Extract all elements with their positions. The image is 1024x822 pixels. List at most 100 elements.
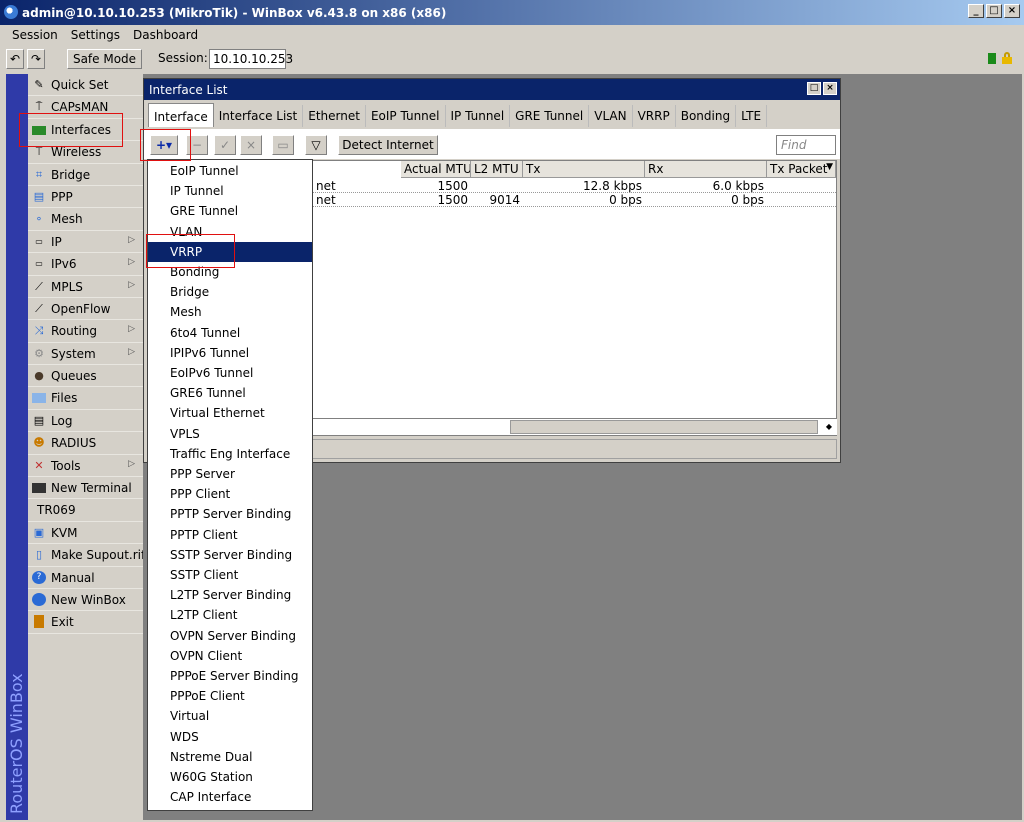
sidebar-item-ip[interactable]: ▭ IP ▷ bbox=[28, 231, 143, 254]
menu-item-ip-tunnel[interactable]: IP Tunnel bbox=[148, 181, 312, 201]
sidebar-item-tr069[interactable]: TR069 bbox=[28, 499, 143, 522]
safe-mode-button[interactable]: Safe Mode bbox=[67, 49, 142, 69]
tab-vlan[interactable]: VLAN bbox=[589, 105, 633, 127]
menu-item-gre-tunnel[interactable]: GRE Tunnel bbox=[148, 201, 312, 221]
tab-gre-tunnel[interactable]: GRE Tunnel bbox=[510, 105, 590, 127]
remove-icon[interactable]: − bbox=[186, 135, 208, 155]
col-actual-mtu[interactable]: Actual MTU bbox=[401, 161, 471, 178]
col-rx[interactable]: Rx bbox=[645, 161, 767, 178]
sidebar-item-make-supout[interactable]: ▯ Make Supout.rif bbox=[28, 544, 145, 567]
menu-item-ppp-server[interactable]: PPP Server bbox=[148, 464, 312, 484]
tab-interface-list[interactable]: Interface List bbox=[214, 105, 304, 127]
session-field[interactable]: 10.10.10.253 bbox=[209, 49, 293, 69]
scrollbar-thumb[interactable] bbox=[510, 420, 818, 434]
disable-icon[interactable]: × bbox=[240, 135, 262, 155]
window-close-icon[interactable]: × bbox=[823, 82, 837, 95]
window-maximize-icon[interactable]: □ bbox=[807, 82, 821, 95]
menu-item-vpls[interactable]: VPLS bbox=[148, 424, 312, 444]
menu-settings[interactable]: Settings bbox=[65, 26, 127, 44]
maximize-button[interactable]: □ bbox=[986, 4, 1002, 18]
menu-item-eoipv6-tunnel[interactable]: EoIPv6 Tunnel bbox=[148, 363, 312, 383]
menu-item-w60g-station[interactable]: W60G Station bbox=[148, 767, 312, 787]
sidebar-item-new-winbox[interactable]: New WinBox bbox=[28, 589, 143, 612]
sidebar-item-routing[interactable]: ⤨ Routing ▷ bbox=[28, 320, 143, 343]
sidebar-item-bridge[interactable]: ⌗ Bridge bbox=[28, 164, 143, 186]
sidebar-item-mesh[interactable]: ∘ Mesh bbox=[28, 208, 143, 231]
menu-item-ppp-client[interactable]: PPP Client bbox=[148, 484, 312, 504]
menu-item-cap-interface[interactable]: CAP Interface bbox=[148, 787, 312, 807]
menu-item-pppoe-client[interactable]: PPPoE Client bbox=[148, 686, 312, 706]
menu-item-virtual[interactable]: Virtual bbox=[148, 706, 312, 726]
menu-item-ipipv6-tunnel[interactable]: IPIPv6 Tunnel bbox=[148, 343, 312, 363]
redo-icon[interactable]: ↷ bbox=[27, 49, 45, 69]
sidebar-item-log[interactable]: ▤ Log bbox=[28, 410, 143, 433]
menu-item-sstp-server-binding[interactable]: SSTP Server Binding bbox=[148, 545, 312, 565]
menu-item-traffic-eng-interface[interactable]: Traffic Eng Interface bbox=[148, 444, 312, 464]
menu-item-nstreme-dual[interactable]: Nstreme Dual bbox=[148, 747, 312, 767]
interface-window-title-bar[interactable]: Interface List □ × bbox=[144, 79, 840, 100]
col-l2-mtu[interactable]: L2 MTU bbox=[471, 161, 523, 178]
sidebar-item-wireless[interactable]: ⍑ Wireless bbox=[28, 141, 143, 164]
tab-interface[interactable]: Interface bbox=[148, 103, 214, 127]
tab-ethernet[interactable]: Ethernet bbox=[303, 105, 366, 127]
add-button[interactable]: +▾ bbox=[150, 135, 178, 155]
tab-bonding[interactable]: Bonding bbox=[676, 105, 737, 127]
sidebar-item-tools[interactable]: ✕ Tools ▷ bbox=[28, 455, 143, 478]
scroll-right-icon[interactable]: ◆ bbox=[823, 421, 835, 433]
menu-item-pptp-client[interactable]: PPTP Client bbox=[148, 525, 312, 545]
tab-eoip-tunnel[interactable]: EoIP Tunnel bbox=[366, 105, 446, 127]
menu-item-sstp-client[interactable]: SSTP Client bbox=[148, 565, 312, 585]
menu-item-wds[interactable]: WDS bbox=[148, 727, 312, 747]
menu-dashboard[interactable]: Dashboard bbox=[127, 26, 205, 44]
menu-item-virtual-ethernet[interactable]: Virtual Ethernet bbox=[148, 403, 312, 423]
ip-icon: ▭ bbox=[35, 236, 43, 246]
submenu-arrow-icon: ▷ bbox=[128, 346, 135, 357]
menu-item-vrrp[interactable]: VRRP bbox=[148, 241, 312, 262]
menu-item-l2tp-server-binding[interactable]: L2TP Server Binding bbox=[148, 585, 312, 605]
filter-icon[interactable]: ▽ bbox=[305, 135, 327, 155]
menu-item-pptp-server-binding[interactable]: PPTP Server Binding bbox=[148, 504, 312, 524]
menu-item-eoip-tunnel[interactable]: EoIP Tunnel bbox=[148, 161, 312, 181]
sidebar-item-manual[interactable]: ? Manual bbox=[28, 567, 143, 589]
menu-item-ovpn-server-binding[interactable]: OVPN Server Binding bbox=[148, 626, 312, 646]
sidebar-item-interfaces[interactable]: Interfaces bbox=[28, 119, 143, 142]
sidebar-item-ppp[interactable]: ▤ PPP bbox=[28, 186, 143, 209]
sidebar-item-radius[interactable]: ☻ RADIUS bbox=[28, 432, 143, 455]
menu-item-l2tp-client[interactable]: L2TP Client bbox=[148, 605, 312, 625]
sidebar-item-ipv6[interactable]: ▭ IPv6 ▷ bbox=[28, 253, 143, 276]
enable-icon[interactable]: ✓ bbox=[214, 135, 236, 155]
menu-item-bonding[interactable]: Bonding bbox=[148, 262, 312, 282]
tab-lte[interactable]: LTE bbox=[736, 105, 768, 127]
sidebar-item-exit[interactable]: Exit bbox=[28, 611, 143, 634]
sidebar-item-kvm[interactable]: ▣ KVM bbox=[28, 522, 143, 545]
close-button[interactable]: × bbox=[1004, 4, 1020, 18]
col-tx[interactable]: Tx bbox=[523, 161, 645, 178]
sidebar-item-mpls[interactable]: ⟋ MPLS ▷ bbox=[28, 276, 143, 298]
menu-item-mesh[interactable]: Mesh bbox=[148, 302, 312, 322]
menu-item-6to4-tunnel[interactable]: 6to4 Tunnel bbox=[148, 323, 312, 343]
col-tx-packet[interactable]: Tx Packet ▼ bbox=[767, 161, 836, 178]
tab-ip-tunnel[interactable]: IP Tunnel bbox=[446, 105, 511, 127]
interface-tabs: Interface Interface List Ethernet EoIP T… bbox=[148, 103, 768, 127]
sidebar-item-queues[interactable]: ● Queues bbox=[28, 365, 143, 388]
menu-item-pppoe-server-binding[interactable]: PPPoE Server Binding bbox=[148, 666, 312, 686]
detect-internet-button[interactable]: Detect Internet bbox=[338, 135, 438, 155]
menu-item-bridge[interactable]: Bridge bbox=[148, 282, 312, 302]
menu-item-vlan[interactable]: VLAN bbox=[148, 222, 312, 242]
sidebar-item-openflow[interactable]: ⟋ OpenFlow bbox=[28, 298, 143, 321]
find-input[interactable]: Find bbox=[776, 135, 836, 155]
sidebar-item-new-terminal[interactable]: New Terminal bbox=[28, 477, 143, 500]
menu-item-ovpn-client[interactable]: OVPN Client bbox=[148, 646, 312, 666]
tab-vrrp[interactable]: VRRP bbox=[633, 105, 676, 127]
minimize-button[interactable]: _ bbox=[968, 4, 984, 18]
column-menu-icon[interactable]: ▼ bbox=[826, 162, 833, 172]
comment-icon[interactable]: ▭ bbox=[272, 135, 294, 155]
window-title-bar[interactable]: admin@10.10.10.253 (MikroTik) - WinBox v… bbox=[0, 0, 1024, 25]
undo-icon[interactable]: ↶ bbox=[6, 49, 24, 69]
sidebar-item-capsman[interactable]: ⍑ CAPsMAN bbox=[28, 96, 143, 119]
menu-session[interactable]: Session bbox=[6, 26, 65, 44]
menu-item-gre6-tunnel[interactable]: GRE6 Tunnel bbox=[148, 383, 312, 403]
sidebar-item-quick-set[interactable]: ✎ Quick Set bbox=[28, 74, 143, 97]
sidebar-item-system[interactable]: ⚙ System ▷ bbox=[28, 343, 143, 366]
sidebar-item-files[interactable]: Files bbox=[28, 387, 143, 410]
